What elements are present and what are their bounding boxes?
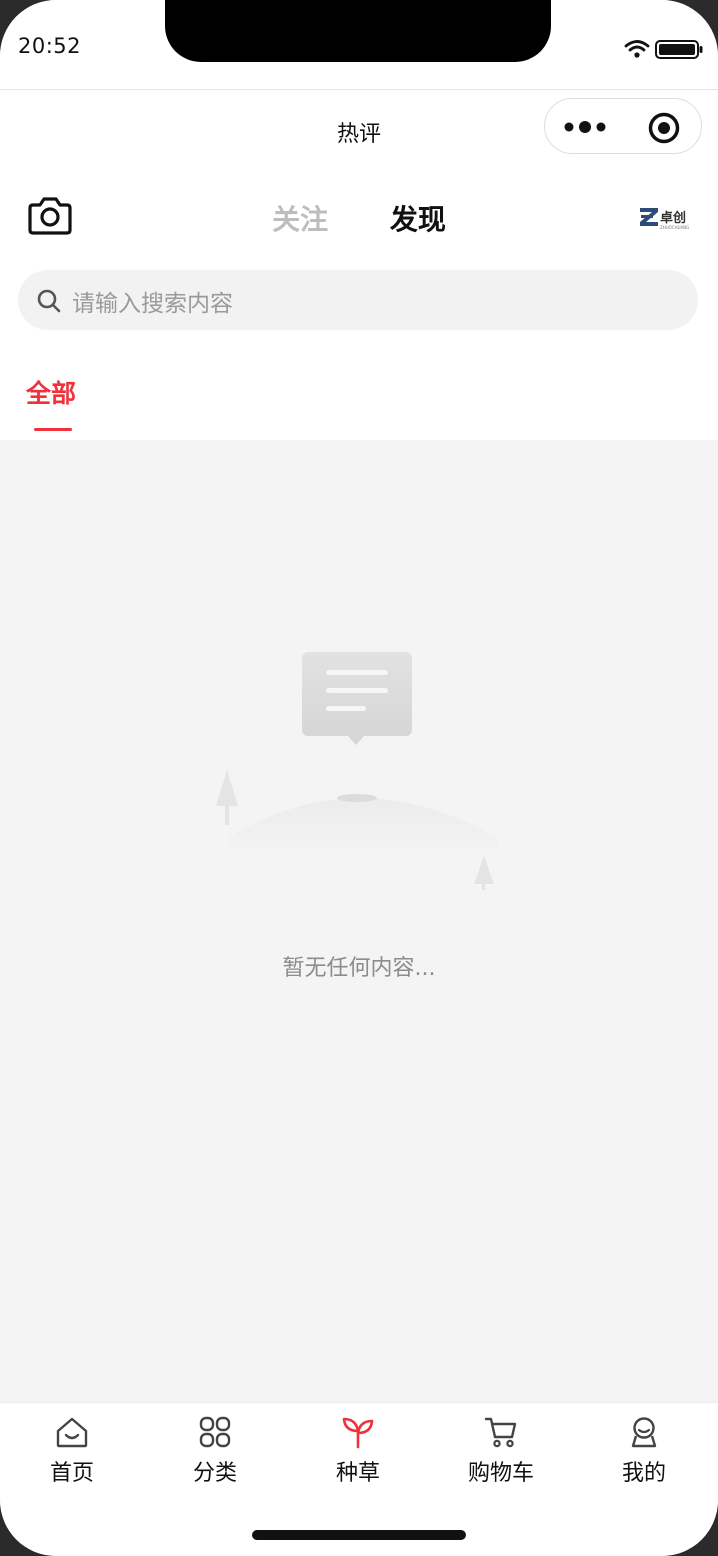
tabbar-item-category[interactable]: 分类 [143, 1415, 287, 1487]
tabbar-item-sprout[interactable]: 种草 [286, 1415, 430, 1487]
feed-tabs: 关注 发现 [0, 198, 718, 238]
tab-follow[interactable]: 关注 [272, 198, 328, 238]
search-icon [37, 289, 61, 313]
brand-logo: 卓创 ZHUOCHUANG [640, 208, 689, 230]
search-input[interactable]: 请输入搜索内容 [18, 270, 698, 330]
status-time: 20:52 [18, 34, 82, 58]
cart-icon [484, 1417, 517, 1448]
category-tab-all[interactable]: 全部 [26, 374, 76, 410]
tabbar-item-home[interactable]: 首页 [0, 1415, 144, 1487]
brand-logo-text: 卓创 [660, 210, 686, 226]
home-indicator [252, 1530, 466, 1540]
tabbar-label: 首页 [49, 1461, 94, 1486]
battery-icon [655, 40, 703, 59]
grid-icon [199, 1416, 231, 1448]
header-area: 关注 发现 卓创 ZHUOCHUANG 请输入搜索内容 全部 [0, 172, 718, 440]
tabbar-label: 分类 [192, 1461, 237, 1486]
navbar: 热评 [0, 90, 718, 172]
sprout-icon [342, 1417, 374, 1449]
tabbar-label: 种草 [335, 1461, 380, 1486]
brand-logo-sub: ZHUOCHUANG [660, 225, 689, 230]
empty-comment-illustration [216, 652, 498, 890]
phone-screen: 20:52 热评 关注 发现 卓创 ZHUOCHUANG 请输入搜索内容 全部 … [0, 0, 718, 1556]
tabbar-item-cart[interactable]: 购物车 [429, 1415, 573, 1487]
capsule-menu [544, 98, 702, 154]
tab-discover[interactable]: 发现 [390, 198, 446, 238]
tabbar-item-mine[interactable]: 我的 [572, 1415, 716, 1487]
more-icon[interactable] [563, 113, 609, 141]
search-placeholder: 请输入搜索内容 [72, 291, 233, 317]
tabbar-label: 我的 [621, 1461, 666, 1486]
capsule-divider [623, 115, 624, 139]
tabbar-label: 购物车 [467, 1461, 534, 1486]
home-icon [56, 1417, 88, 1448]
profile-icon [631, 1417, 657, 1448]
empty-message: 暂无任何内容... [282, 956, 436, 981]
status-icons [624, 40, 703, 59]
category-active-indicator [34, 428, 72, 431]
wifi-icon [624, 40, 650, 58]
target-icon[interactable] [647, 111, 681, 145]
notch [165, 0, 551, 62]
